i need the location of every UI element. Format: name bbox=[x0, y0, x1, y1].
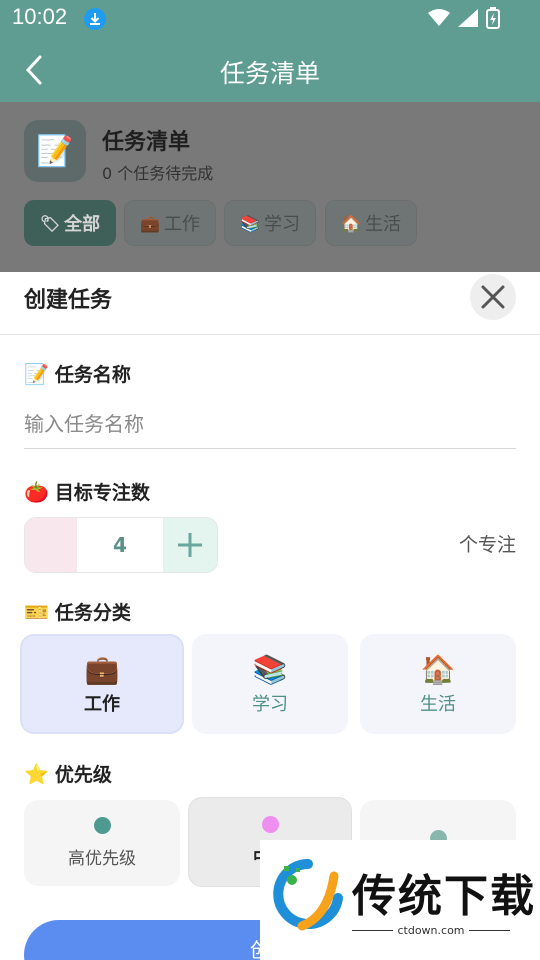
app-title: 任务清单 bbox=[219, 59, 320, 88]
focus-count-label: 目标专注数 bbox=[54, 482, 150, 504]
briefcase-icon: 💼 bbox=[140, 213, 160, 233]
memo-icon: 📝 bbox=[24, 120, 86, 182]
task-name-input[interactable] bbox=[24, 400, 516, 449]
close-button[interactable] bbox=[470, 274, 516, 320]
priority-option-high[interactable]: 高优先级 bbox=[24, 800, 180, 886]
priority-option-label: 高优先级 bbox=[68, 849, 136, 869]
books-icon: 📚 bbox=[240, 213, 260, 233]
status-time: 10:02 bbox=[12, 4, 68, 29]
priority-dot bbox=[261, 816, 279, 833]
list-title: 任务清单 bbox=[102, 130, 191, 155]
plus-icon bbox=[178, 533, 202, 557]
books-icon: 📚 bbox=[252, 652, 288, 686]
filter-chip-all[interactable]: 🏷 全部 bbox=[24, 200, 116, 246]
task-name-label: 任务名称 bbox=[54, 364, 131, 386]
memo-icon: 📝 bbox=[24, 361, 49, 386]
watermark: 传统下载 ctdown.com bbox=[260, 840, 540, 960]
wifi-icon bbox=[428, 9, 450, 26]
category-option-study[interactable]: 📚 学习 bbox=[192, 634, 348, 734]
watermark-brand: 传统下载 bbox=[352, 871, 536, 922]
ticket-icon: 🎫 bbox=[24, 599, 49, 624]
filter-chip-life[interactable]: 🏠 生活 bbox=[325, 200, 417, 246]
app-bar: 任务清单 bbox=[0, 36, 540, 102]
filter-chip-work[interactable]: 💼 工作 bbox=[124, 200, 216, 246]
focus-unit-label: 个专注 bbox=[458, 534, 516, 556]
tag-icon: 🏷 bbox=[39, 213, 61, 233]
list-subtitle: 0 个任务待完成 bbox=[102, 164, 214, 183]
filter-chip-label: 学习 bbox=[263, 214, 300, 235]
house-icon: 🏠 bbox=[341, 213, 361, 233]
category-option-label: 生活 bbox=[420, 693, 456, 715]
category-option-label: 学习 bbox=[252, 693, 288, 715]
category-option-life[interactable]: 🏠 生活 bbox=[360, 634, 516, 734]
category-option-work[interactable]: 💼 工作 bbox=[20, 634, 184, 734]
priority-heading: ⭐ 优先级 bbox=[24, 760, 112, 787]
divider bbox=[0, 334, 540, 335]
brand-logo-icon bbox=[273, 859, 343, 931]
watermark-url-row: ctdown.com bbox=[352, 924, 510, 937]
close-icon bbox=[481, 285, 505, 309]
star-icon: ⭐ bbox=[24, 761, 49, 786]
battery-icon bbox=[486, 7, 500, 29]
task-name-heading: 📝 任务名称 bbox=[24, 360, 131, 387]
house-icon: 🏠 bbox=[420, 652, 456, 686]
briefcase-icon: 💼 bbox=[84, 652, 120, 686]
status-bar: 10:02 bbox=[0, 0, 540, 36]
focus-count-heading: 🍅 目标专注数 bbox=[24, 478, 150, 505]
sheet-title: 创建任务 bbox=[24, 288, 113, 313]
category-heading: 🎫 任务分类 bbox=[24, 598, 131, 625]
tomato-icon: 🍅 bbox=[24, 479, 49, 504]
filter-chip-label: 全部 bbox=[64, 214, 101, 235]
focus-count-stepper: 4 bbox=[24, 517, 218, 573]
decrement-button[interactable] bbox=[25, 518, 77, 572]
priority-dot bbox=[93, 817, 111, 834]
watermark-url: ctdown.com bbox=[397, 924, 465, 937]
focus-count-value: 4 bbox=[77, 518, 163, 572]
filter-chip-label: 工作 bbox=[163, 214, 200, 235]
priority-label: 优先级 bbox=[54, 764, 112, 786]
signal-icon bbox=[458, 9, 478, 27]
category-option-label: 工作 bbox=[84, 693, 120, 715]
increment-button[interactable] bbox=[163, 518, 217, 572]
filter-chip-study[interactable]: 📚 学习 bbox=[224, 200, 316, 246]
system-icons bbox=[428, 7, 500, 29]
category-label: 任务分类 bbox=[54, 602, 131, 624]
filter-chip-label: 生活 bbox=[364, 214, 401, 235]
dimmed-task-list: 📝 任务清单 0 个任务待完成 🏷 全部 💼 工作 📚 学习 🏠 生活 bbox=[0, 102, 540, 272]
download-icon bbox=[84, 8, 106, 30]
